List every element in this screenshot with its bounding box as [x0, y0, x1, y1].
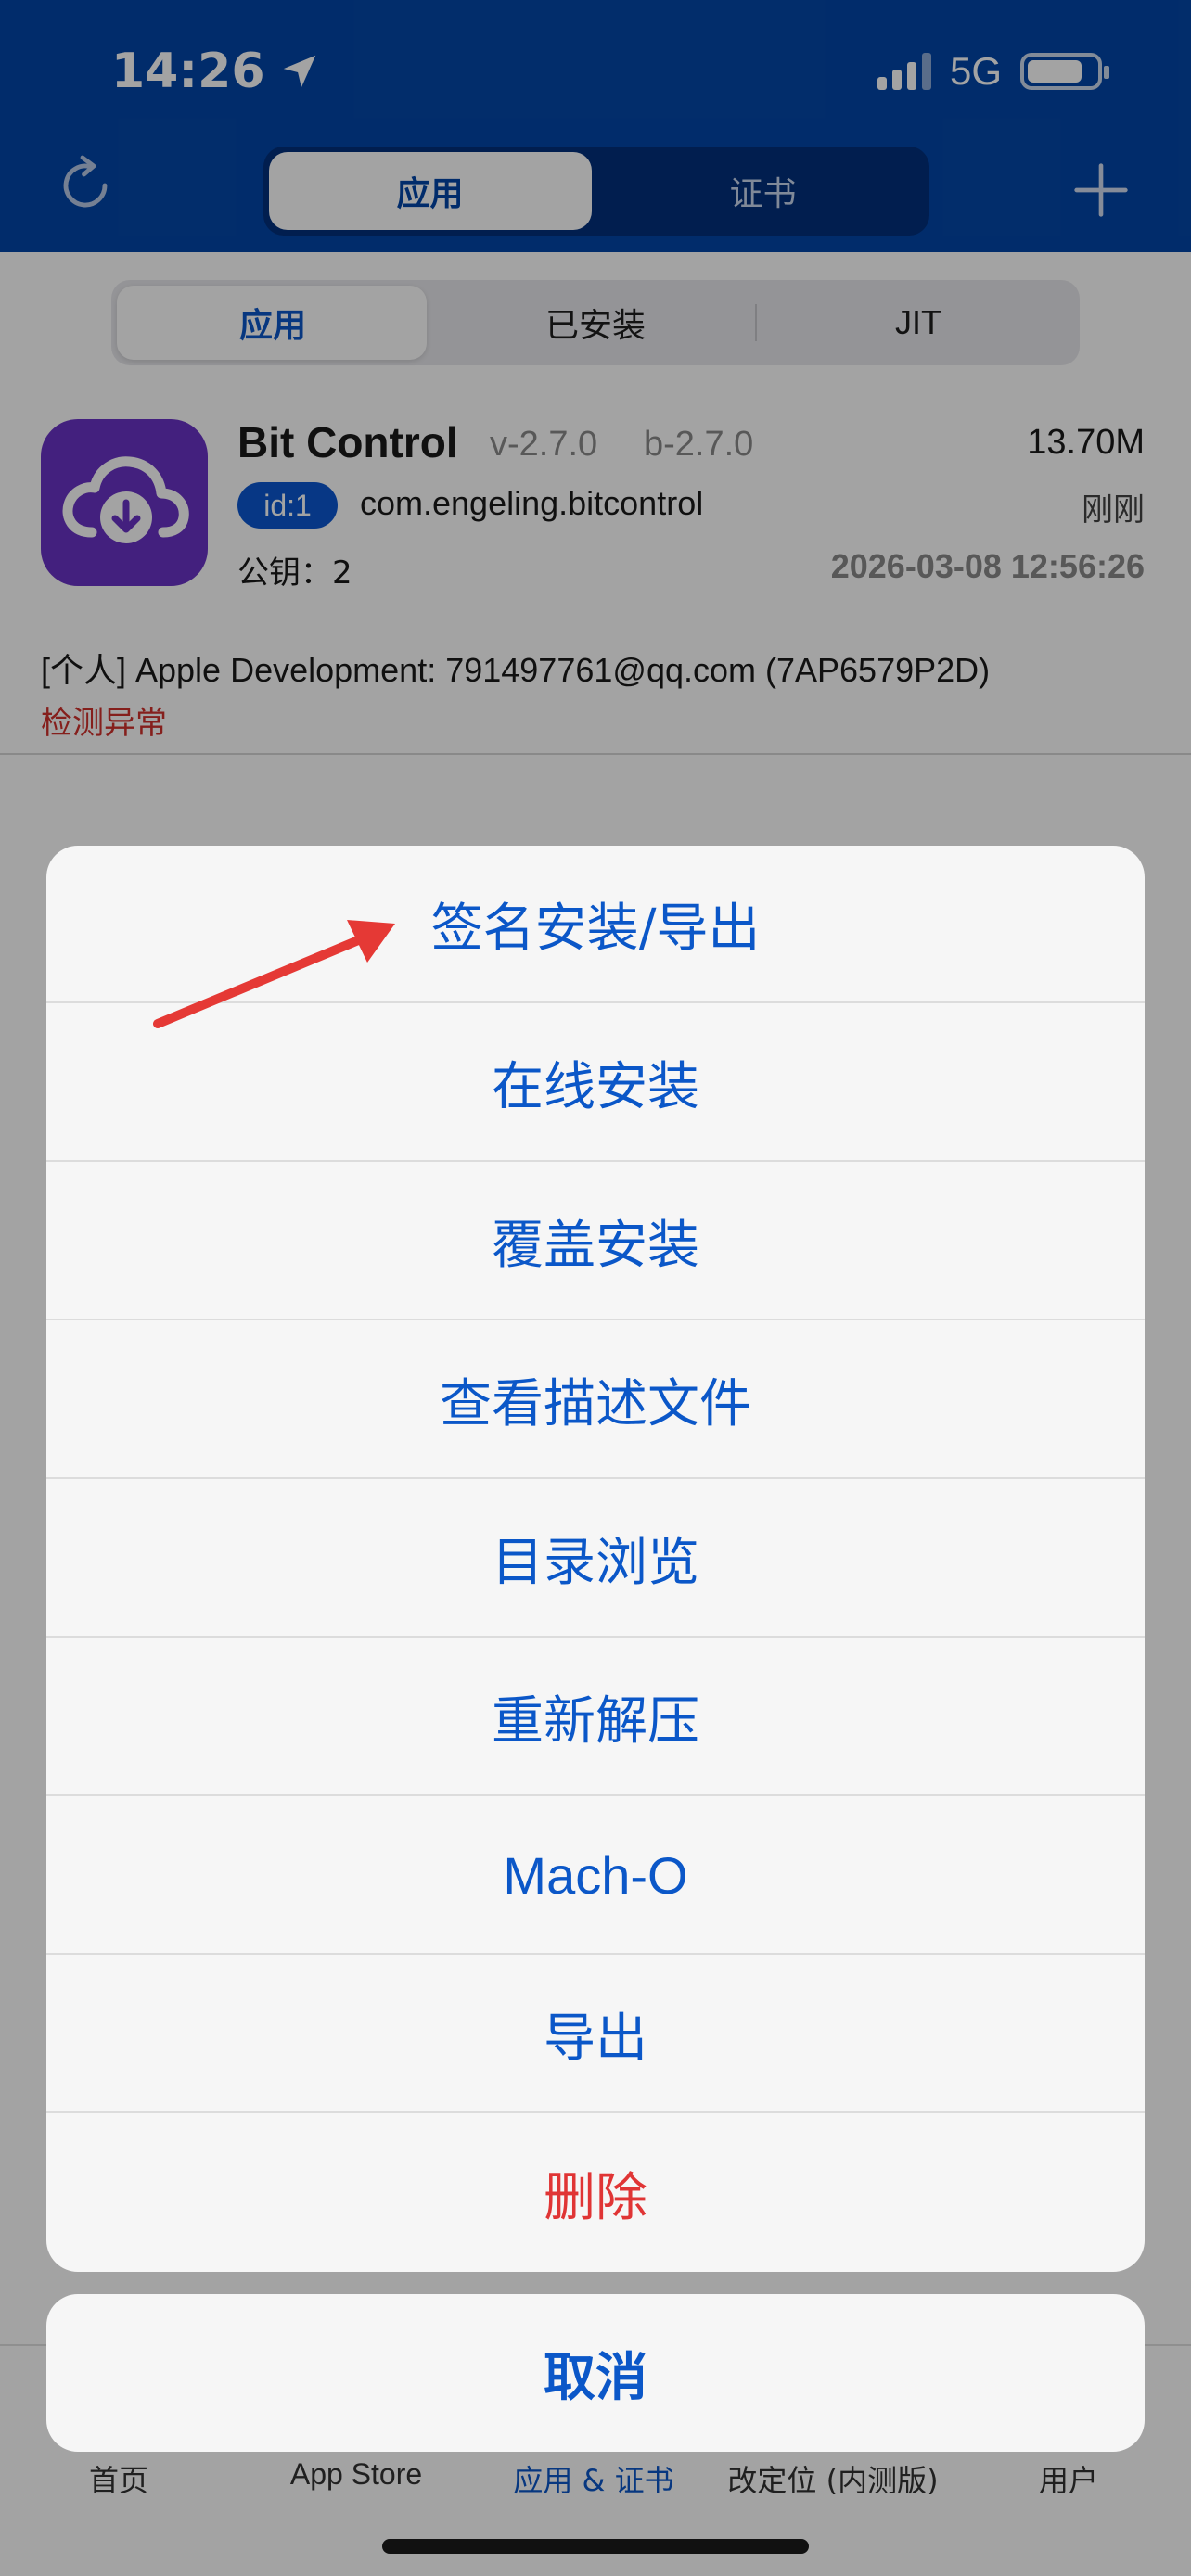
- action-re-extract[interactable]: 重新解压: [46, 1639, 1145, 1796]
- action-view-profile[interactable]: 查看描述文件: [46, 1321, 1145, 1479]
- action-browse-directory[interactable]: 目录浏览: [46, 1480, 1145, 1638]
- action-mach-o[interactable]: Mach-O: [46, 1797, 1145, 1955]
- action-overwrite-install[interactable]: 覆盖安装: [46, 1163, 1145, 1320]
- action-delete[interactable]: 删除: [46, 2114, 1145, 2272]
- annotation-arrow-icon: [153, 920, 395, 1028]
- action-sheet: 签名安装/导出 在线安装 覆盖安装 查看描述文件 目录浏览 重新解压 Mach-…: [46, 846, 1145, 2272]
- action-export[interactable]: 导出: [46, 1956, 1145, 2113]
- cancel-button[interactable]: 取消: [46, 2294, 1145, 2452]
- home-indicator: [382, 2539, 809, 2554]
